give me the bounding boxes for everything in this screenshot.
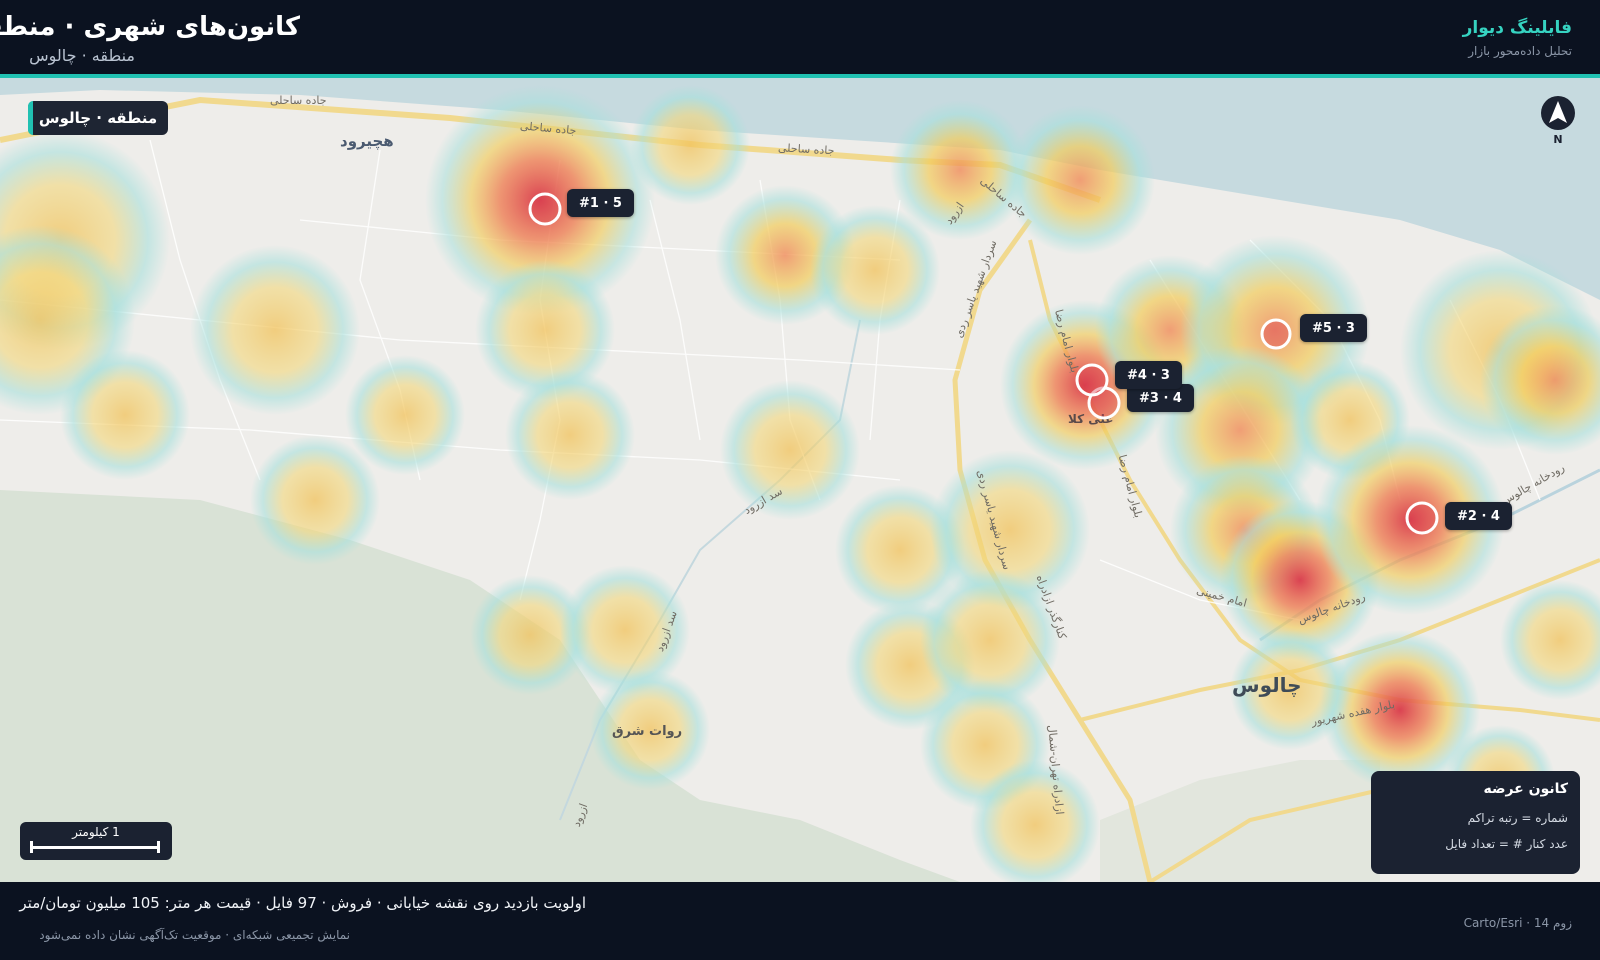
place-label-hachirud: هچیرود bbox=[340, 132, 394, 151]
road-label: سردار شهید یاسر ردی bbox=[952, 238, 999, 339]
road-label: رودخانه چالوس bbox=[1499, 461, 1567, 508]
place-label-ravat-sharq: روات شرق bbox=[612, 724, 682, 739]
map-canvas[interactable]: جاده ساحلی جاده ساحلی جاده ساحلی جاده سا… bbox=[0, 78, 1600, 882]
basemap: جاده ساحلی جاده ساحلی جاده ساحلی جاده سا… bbox=[0, 78, 1600, 882]
urban-green bbox=[1100, 760, 1380, 882]
hotspot-label-4[interactable]: #4 · 3 bbox=[1115, 361, 1182, 389]
scale-label: 1 کیلومتر bbox=[72, 825, 120, 839]
map-attribution: زوم 14 · Carto/Esri bbox=[1463, 916, 1572, 930]
hotspot-label-2[interactable]: #2 · 4 bbox=[1445, 502, 1512, 530]
footer-note: نمایش تجمیعی شبکه‌ای · موقعیت تک‌آگهی نش… bbox=[39, 928, 350, 942]
legend-panel: کانون عرضه شماره = رتبه تراکم عدد کنار #… bbox=[1371, 771, 1580, 874]
scale-bar: 1 کیلومتر bbox=[20, 822, 172, 860]
footer-summary: اولویت بازدید روی نقشه خیابانی · فروش · … bbox=[19, 894, 586, 912]
hotspot-marker-5[interactable] bbox=[1260, 318, 1292, 350]
place-label-chalus: چالوس bbox=[1232, 673, 1302, 698]
page-subtitle: منطقه · چالوس bbox=[29, 46, 135, 65]
header: کانون‌های شهری · منطقه منطقه · چالوس فای… bbox=[0, 0, 1600, 75]
scale-line bbox=[30, 841, 160, 853]
hotspot-label-1[interactable]: #1 · 5 bbox=[567, 189, 634, 217]
region-chip-label: منطقه · چالوس bbox=[38, 109, 158, 127]
footer: اولویت بازدید روی نقشه خیابانی · فروش · … bbox=[0, 882, 1600, 960]
legend-title: کانون عرضه bbox=[1483, 781, 1568, 797]
road-label: بلوار امام رضا bbox=[1116, 453, 1145, 519]
page-title: کانون‌های شهری · منطقه bbox=[0, 12, 300, 42]
hotspot-label-5[interactable]: #5 · 3 bbox=[1300, 314, 1367, 342]
region-chip: منطقه · چالوس bbox=[28, 101, 168, 135]
hotspot-marker-2[interactable] bbox=[1405, 501, 1439, 535]
compass-label: N bbox=[1553, 133, 1562, 145]
road-label: جاده ساحلی bbox=[778, 141, 835, 157]
hotspot-marker-4[interactable] bbox=[1075, 363, 1109, 397]
legend-line-count: عدد کنار # = تعداد فایل bbox=[1445, 837, 1568, 851]
brand-subtitle: تحلیل داده‌محور بازار bbox=[1468, 44, 1572, 58]
legend-line-rank: شماره = رتبه تراکم bbox=[1467, 811, 1568, 825]
road-label: جاده ساحلی bbox=[270, 94, 327, 107]
compass-icon: N bbox=[1541, 96, 1575, 145]
app-root: کانون‌های شهری · منطقه منطقه · چالوس فای… bbox=[0, 0, 1600, 960]
hotspot-marker-1[interactable] bbox=[528, 192, 562, 226]
brand-name: فایلینگ دیوار bbox=[1462, 18, 1572, 38]
